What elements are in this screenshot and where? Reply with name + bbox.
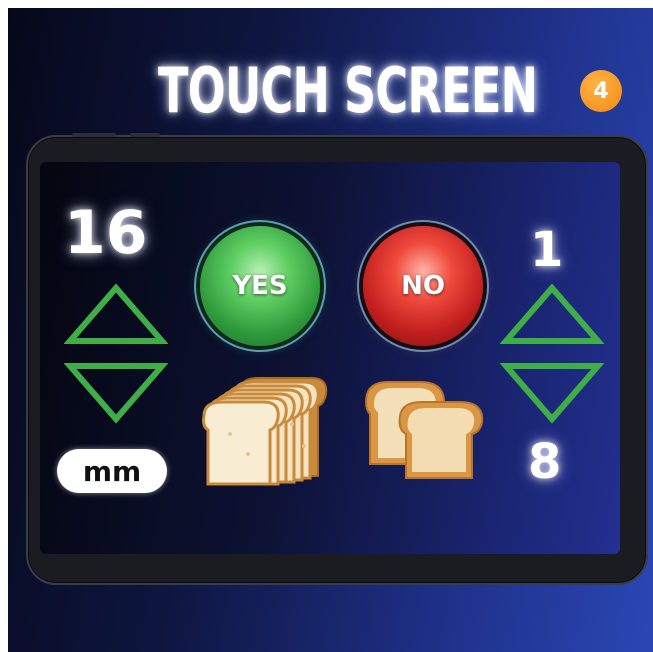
tablet-side-button: [72, 133, 116, 137]
yes-button[interactable]: YES: [200, 226, 320, 346]
quantity-up-icon[interactable]: [500, 283, 604, 347]
page-title: TOUCH SCREEN: [158, 54, 538, 127]
thickness-value: 16: [64, 198, 148, 268]
no-button[interactable]: NO: [363, 226, 483, 346]
quantity-down-icon[interactable]: [500, 360, 604, 424]
bread-loaf-icon[interactable]: [360, 376, 488, 480]
thickness-up-icon[interactable]: [64, 283, 168, 347]
thickness-down-icon[interactable]: [64, 360, 168, 424]
quantity-min-label: 1: [530, 222, 564, 278]
quantity-max-label: 8: [528, 434, 562, 490]
step-badge: 4: [580, 70, 622, 112]
unit-label: mm: [57, 449, 167, 493]
tablet-side-button: [130, 133, 160, 137]
sliced-bread-icon[interactable]: [200, 374, 330, 486]
